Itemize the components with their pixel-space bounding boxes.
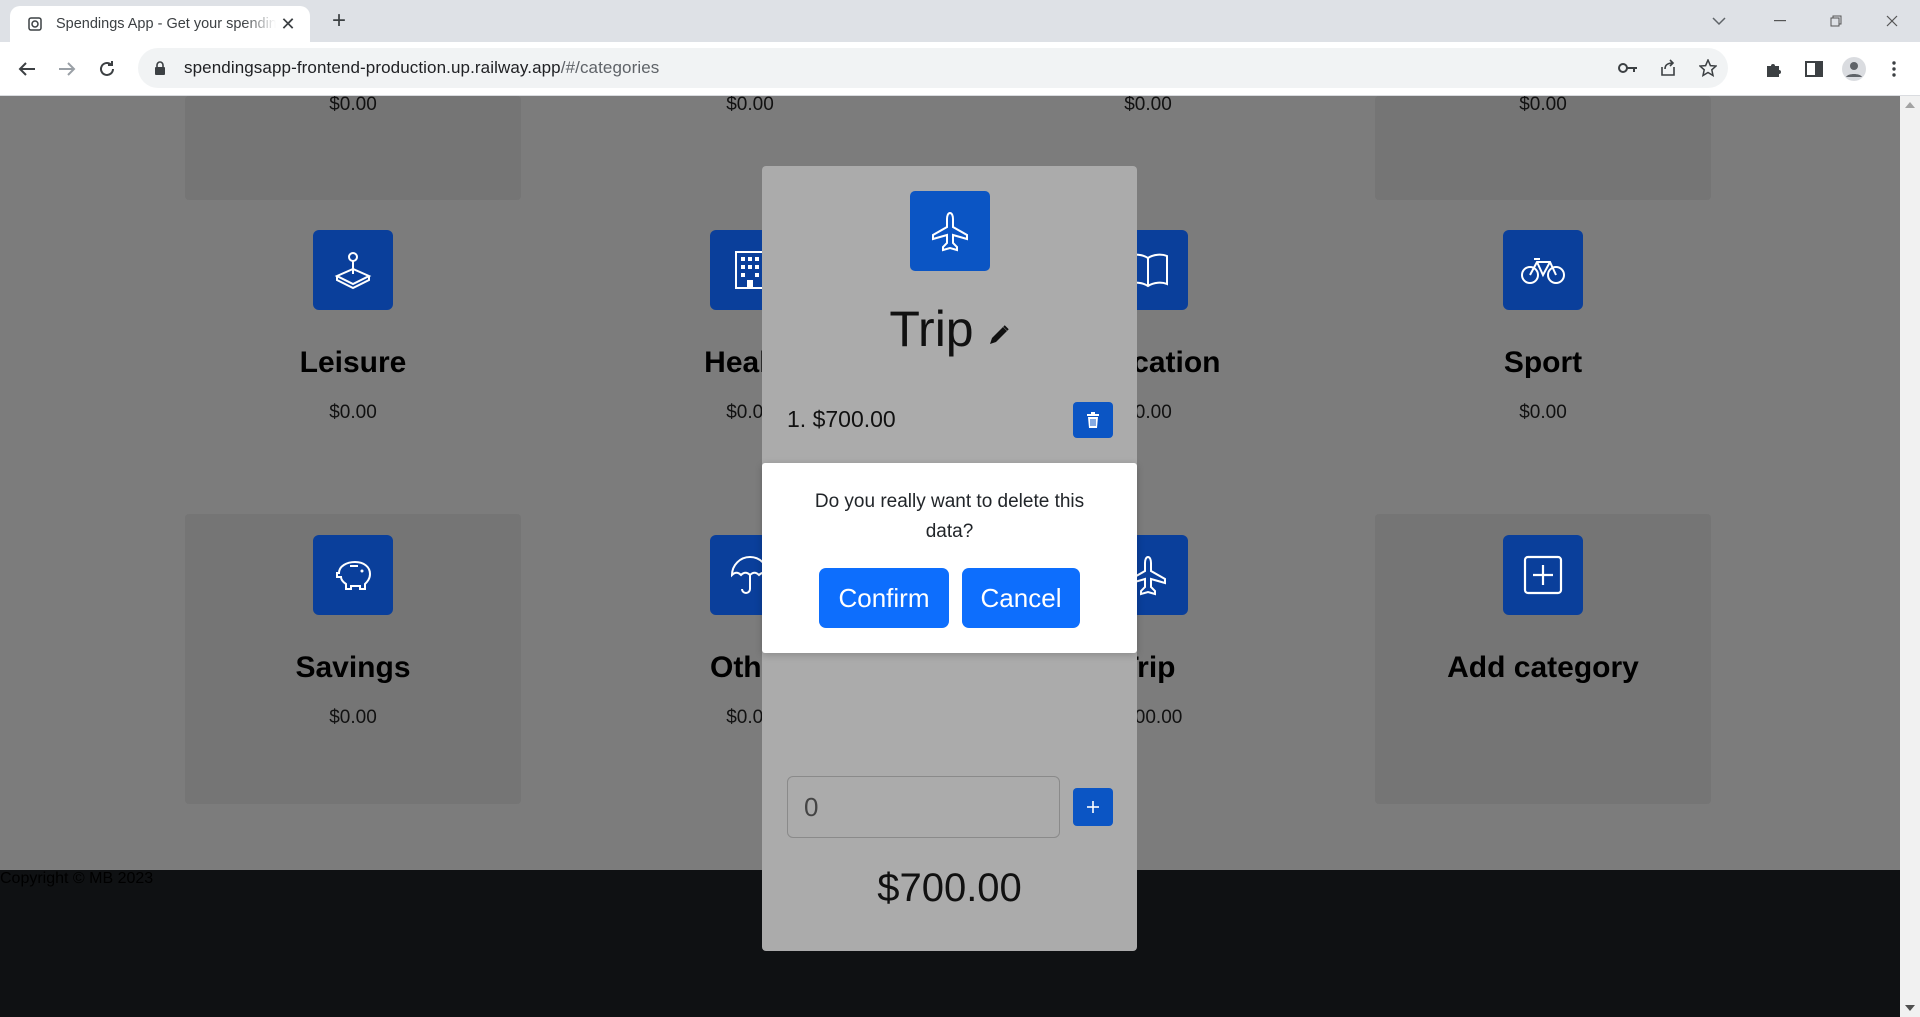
browser-toolbar: spendingsapp-frontend-production.up.rail… [0,42,1920,96]
new-tab-icon[interactable]: + [325,8,353,36]
tab-search-chevron-icon[interactable] [1704,8,1734,34]
bookmark-star-icon[interactable] [1688,59,1728,77]
category-sport[interactable]: Sport $0.00 [1375,230,1711,424]
tab-favicon-icon [26,15,44,33]
airplane-icon [910,191,990,271]
category-name: Savings [295,651,411,684]
category-amount: $0.00 [1124,96,1172,115]
scroll-down-arrow-icon[interactable] [1905,1005,1915,1011]
category-amount: $0.00 [726,96,774,115]
category-name: Sport [1503,346,1583,379]
category-amount: $0.00 [329,707,377,728]
plus-square-icon [1503,535,1583,615]
share-icon[interactable] [1648,59,1688,77]
address-bar[interactable]: spendingsapp-frontend-production.up.rail… [138,48,1728,88]
category-name: Leisure [299,346,407,379]
reload-icon[interactable] [92,54,122,84]
side-panel-icon[interactable] [1794,54,1834,84]
category-amount: $0.00 [1519,96,1567,115]
browser-menu-icon[interactable] [1874,54,1914,84]
delete-confirm-dialog: Do you really want to delete this data? … [762,463,1137,653]
extensions-puzzle-icon[interactable] [1754,54,1794,84]
category-savings[interactable]: Savings $0.00 [185,535,521,729]
browser-tab[interactable]: Spendings App - Get your spendings ✕ [10,6,310,42]
url-text: spendingsapp-frontend-production.up.rail… [184,58,660,77]
confirm-button[interactable]: Confirm [819,568,949,628]
trash-icon [1087,412,1099,428]
add-amount-button[interactable] [1073,788,1113,826]
delete-entry-button[interactable] [1073,402,1113,438]
forward-arrow-icon[interactable] [52,54,82,84]
window-controls [1752,0,1920,42]
tab-title: Spendings App - Get your spendings [56,16,276,32]
category-amount: $0.00 [1519,402,1567,423]
category-total: $700.00 [877,866,1022,910]
edit-pencil-icon[interactable] [988,300,1010,358]
category-name: Add category [1447,651,1639,684]
tab-close-icon[interactable]: ✕ [278,14,298,35]
password-key-icon[interactable] [1608,62,1648,74]
piggy-bank-icon [313,535,393,615]
profile-avatar-icon[interactable] [1834,54,1874,84]
detail-title-text: Trip [889,301,974,357]
page-scrollbar[interactable] [1900,96,1920,1017]
restore-icon[interactable] [1808,1,1864,41]
scroll-up-arrow-icon[interactable] [1905,102,1915,108]
joystick-icon [313,230,393,310]
close-window-icon[interactable] [1864,1,1920,41]
minimize-icon[interactable] [1752,1,1808,41]
bicycle-icon [1503,230,1583,310]
category-amount: $0.00 [329,96,377,115]
browser-tabbar: Spendings App - Get your spendings ✕ + [0,0,1920,42]
category-leisure[interactable]: Leisure $0.00 [185,230,521,424]
back-arrow-icon[interactable] [12,54,42,84]
detail-title: Trip [762,300,1137,362]
lock-icon[interactable] [154,60,168,76]
category-amount: $0.00 [329,402,377,423]
spending-entry: 1. $700.00 [787,406,896,432]
confirm-message: Do you really want to delete this data? [814,491,1085,542]
cancel-button[interactable]: Cancel [962,568,1080,628]
amount-input[interactable] [787,776,1060,838]
plus-icon [1087,801,1099,813]
add-category-button[interactable]: Add category [1375,535,1711,691]
